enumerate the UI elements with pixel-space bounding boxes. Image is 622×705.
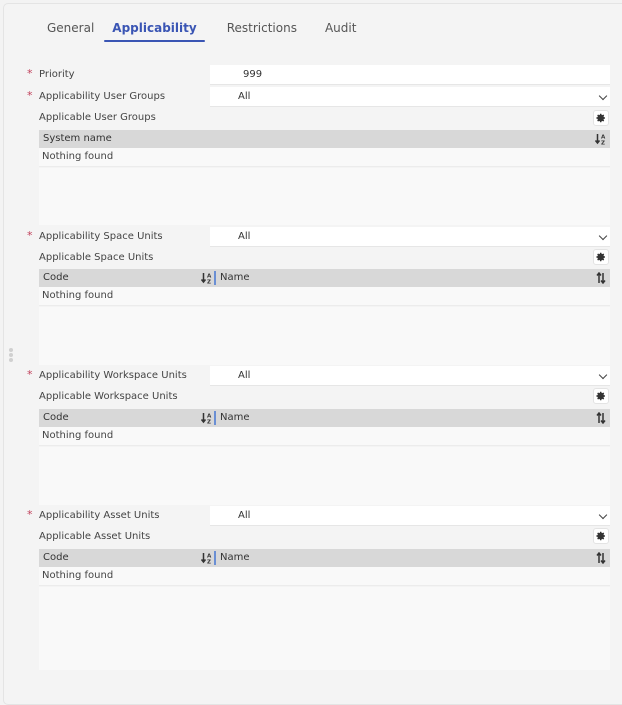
applicability-asset-units-select[interactable]: All bbox=[210, 506, 610, 526]
gear-icon bbox=[596, 391, 605, 401]
applicable-space-units-label: Applicable Space Units bbox=[39, 252, 154, 263]
grid-empty-row: Nothing found bbox=[39, 427, 610, 446]
applicability-workspace-units-label: Applicability Workspace Units bbox=[39, 370, 187, 381]
drag-handle-icon[interactable] bbox=[9, 348, 13, 363]
applicability-user-groups-label: Applicability User Groups bbox=[39, 91, 166, 102]
required-marker: * bbox=[27, 229, 33, 242]
svg-text:Z: Z bbox=[207, 560, 211, 565]
tab-applicability[interactable]: Applicability bbox=[104, 20, 206, 42]
column-header-code[interactable]: Code bbox=[43, 409, 69, 427]
required-marker: * bbox=[27, 508, 33, 521]
applicability-space-units-label: Applicability Space Units bbox=[39, 231, 163, 242]
applicability-space-units-select[interactable]: All bbox=[210, 227, 610, 247]
chevron-down-icon bbox=[598, 231, 608, 241]
tab-audit[interactable]: Audit bbox=[325, 20, 356, 42]
select-value: All bbox=[238, 370, 251, 381]
chevron-down-icon bbox=[598, 510, 608, 520]
column-header-system-name[interactable]: System name bbox=[43, 130, 112, 148]
gear-icon bbox=[596, 252, 605, 262]
sort-alpha-down-icon[interactable]: AZ bbox=[595, 133, 606, 145]
applicable-user-groups-label: Applicable User Groups bbox=[39, 112, 156, 123]
gear-icon bbox=[596, 113, 605, 123]
column-settings-button[interactable] bbox=[593, 110, 609, 126]
column-resize-handle[interactable] bbox=[214, 411, 216, 425]
column-header-name[interactable]: Name bbox=[220, 549, 250, 567]
required-marker: * bbox=[27, 67, 33, 80]
applicability-workspace-units-select[interactable]: All bbox=[210, 366, 610, 386]
priority-input[interactable]: 999 bbox=[210, 65, 610, 85]
applicability-user-groups-select[interactable]: All bbox=[210, 87, 610, 107]
required-marker: * bbox=[27, 368, 33, 381]
column-resize-handle[interactable] bbox=[214, 551, 216, 565]
grid-header: System name AZ bbox=[39, 130, 610, 148]
sort-alpha-down-icon[interactable]: AZ bbox=[201, 272, 212, 284]
grid-empty-row: Nothing found bbox=[39, 287, 610, 306]
applicability-asset-units-label: Applicability Asset Units bbox=[39, 510, 160, 521]
tab-bar: General Applicability Restrictions Audit bbox=[47, 20, 356, 44]
column-settings-button[interactable] bbox=[593, 249, 609, 265]
required-marker: * bbox=[27, 89, 33, 102]
column-header-name[interactable]: Name bbox=[220, 269, 250, 287]
sort-arrows-icon[interactable] bbox=[596, 272, 606, 284]
sort-arrows-icon[interactable] bbox=[596, 552, 606, 564]
select-value: All bbox=[238, 91, 251, 102]
grid-body bbox=[39, 307, 610, 365]
priority-label: Priority bbox=[39, 69, 75, 80]
grid-body bbox=[39, 447, 610, 505]
applicable-workspace-units-label: Applicable Workspace Units bbox=[39, 391, 178, 402]
tab-restrictions[interactable]: Restrictions bbox=[227, 20, 297, 42]
svg-text:Z: Z bbox=[207, 280, 211, 285]
svg-text:Z: Z bbox=[207, 420, 211, 425]
column-header-name[interactable]: Name bbox=[220, 409, 250, 427]
column-header-code[interactable]: Code bbox=[43, 269, 69, 287]
grid-body bbox=[39, 587, 610, 670]
applicable-asset-units-label: Applicable Asset Units bbox=[39, 531, 151, 542]
select-value: All bbox=[238, 510, 251, 521]
sort-alpha-down-icon[interactable]: AZ bbox=[201, 412, 212, 424]
column-header-code[interactable]: Code bbox=[43, 549, 69, 567]
column-settings-button[interactable] bbox=[593, 388, 609, 404]
grid-header: Code AZ Name bbox=[39, 549, 610, 567]
grid-body bbox=[39, 168, 610, 225]
gear-icon bbox=[596, 531, 605, 541]
svg-text:Z: Z bbox=[601, 141, 605, 146]
select-value: All bbox=[238, 231, 251, 242]
chevron-down-icon bbox=[598, 370, 608, 380]
sort-alpha-down-icon[interactable]: AZ bbox=[201, 552, 212, 564]
column-settings-button[interactable] bbox=[593, 528, 609, 544]
grid-header: Code AZ Name bbox=[39, 269, 610, 287]
tab-general[interactable]: General bbox=[47, 20, 94, 42]
column-resize-handle[interactable] bbox=[214, 271, 216, 285]
grid-empty-row: Nothing found bbox=[39, 148, 610, 167]
grid-header: Code AZ Name bbox=[39, 409, 610, 427]
sort-arrows-icon[interactable] bbox=[596, 412, 606, 424]
grid-empty-row: Nothing found bbox=[39, 567, 610, 586]
chevron-down-icon bbox=[598, 91, 608, 101]
